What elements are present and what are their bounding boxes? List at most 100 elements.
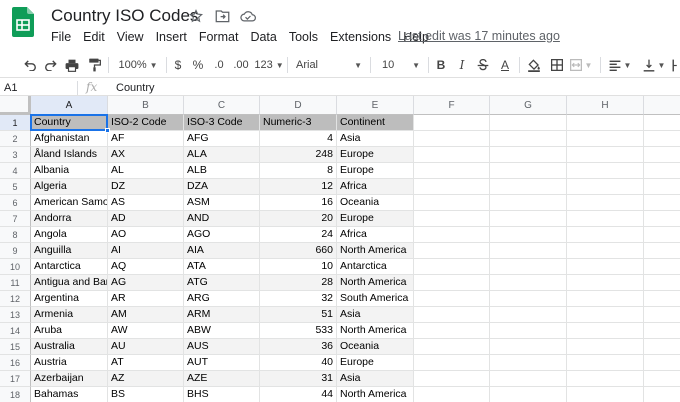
horizontal-align-icon[interactable]: ▼ xyxy=(606,55,634,75)
header-cell[interactable] xyxy=(567,115,644,131)
undo-icon[interactable] xyxy=(21,55,39,75)
row-header[interactable]: 17 xyxy=(0,371,31,387)
table-cell[interactable]: Australia xyxy=(31,339,108,355)
formula-input[interactable]: Country xyxy=(116,81,155,95)
row-header[interactable]: 15 xyxy=(0,339,31,355)
row-header[interactable]: 14 xyxy=(0,323,31,339)
table-cell[interactable] xyxy=(490,163,567,179)
table-cell[interactable] xyxy=(414,371,490,387)
row-header[interactable]: 4 xyxy=(0,163,31,179)
table-cell[interactable]: Azerbaijan xyxy=(31,371,108,387)
table-cell[interactable] xyxy=(490,131,567,147)
table-cell[interactable]: 31 xyxy=(260,371,337,387)
borders-icon[interactable] xyxy=(548,55,566,75)
table-cell[interactable]: Albania xyxy=(31,163,108,179)
zoom-select[interactable]: 100% ▼ xyxy=(113,55,163,75)
table-cell[interactable] xyxy=(414,195,490,211)
table-cell[interactable] xyxy=(644,387,680,402)
table-cell[interactable] xyxy=(567,131,644,147)
font-size-select[interactable]: 10 ▼ xyxy=(376,55,426,75)
menu-file[interactable]: File xyxy=(45,29,77,45)
table-cell[interactable]: American Samoa xyxy=(31,195,108,211)
table-cell[interactable]: 32 xyxy=(260,291,337,307)
table-cell[interactable] xyxy=(414,259,490,275)
table-cell[interactable]: AF xyxy=(108,131,184,147)
table-cell[interactable]: 24 xyxy=(260,227,337,243)
table-cell[interactable]: DZA xyxy=(184,179,260,195)
table-cell[interactable] xyxy=(414,179,490,195)
more-formats-select[interactable]: 123 ▼ xyxy=(254,55,284,75)
table-cell[interactable]: AI xyxy=(108,243,184,259)
table-cell[interactable]: AM xyxy=(108,307,184,323)
menu-view[interactable]: View xyxy=(111,29,150,45)
table-cell[interactable] xyxy=(490,339,567,355)
select-all-corner[interactable] xyxy=(0,96,31,115)
spreadsheet-grid[interactable]: A B C D E F G H 1 Country ISO-2 Code ISO-3 Code Nume… xyxy=(0,96,680,402)
table-cell[interactable]: AS xyxy=(108,195,184,211)
table-cell[interactable]: North America xyxy=(337,323,414,339)
table-cell[interactable] xyxy=(490,323,567,339)
table-cell[interactable] xyxy=(490,291,567,307)
table-cell[interactable]: ALA xyxy=(184,147,260,163)
name-box[interactable]: A1 xyxy=(4,81,64,95)
bold-button[interactable]: B xyxy=(433,55,449,75)
row-header[interactable]: 2 xyxy=(0,131,31,147)
table-cell[interactable] xyxy=(644,323,680,339)
table-cell[interactable] xyxy=(414,227,490,243)
table-cell[interactable]: 40 xyxy=(260,355,337,371)
table-cell[interactable] xyxy=(644,147,680,163)
table-cell[interactable] xyxy=(567,147,644,163)
table-cell[interactable] xyxy=(414,163,490,179)
column-header-extra[interactable] xyxy=(644,96,680,115)
table-cell[interactable] xyxy=(567,339,644,355)
table-cell[interactable]: AUT xyxy=(184,355,260,371)
last-edit-link[interactable]: Last edit was 17 minutes ago xyxy=(398,29,560,43)
table-cell[interactable] xyxy=(567,355,644,371)
table-cell[interactable]: BHS xyxy=(184,387,260,402)
table-cell[interactable]: North America xyxy=(337,275,414,291)
table-cell[interactable] xyxy=(490,179,567,195)
table-cell[interactable] xyxy=(490,387,567,402)
table-cell[interactable]: North America xyxy=(337,243,414,259)
table-cell[interactable] xyxy=(567,307,644,323)
paint-format-icon[interactable] xyxy=(85,55,103,75)
table-cell[interactable]: 28 xyxy=(260,275,337,291)
table-cell[interactable]: Antigua and Barbuda xyxy=(31,275,108,291)
table-cell[interactable] xyxy=(644,195,680,211)
table-cell[interactable] xyxy=(414,131,490,147)
table-cell[interactable]: Åland Islands xyxy=(31,147,108,163)
table-cell[interactable]: 533 xyxy=(260,323,337,339)
table-cell[interactable] xyxy=(490,259,567,275)
table-cell[interactable] xyxy=(490,355,567,371)
table-cell[interactable]: DZ xyxy=(108,179,184,195)
table-cell[interactable]: Africa xyxy=(337,227,414,243)
table-cell[interactable] xyxy=(644,131,680,147)
header-cell[interactable]: Country xyxy=(31,115,108,131)
header-cell[interactable] xyxy=(490,115,567,131)
table-cell[interactable] xyxy=(414,291,490,307)
table-cell[interactable]: 44 xyxy=(260,387,337,402)
column-header-b[interactable]: B xyxy=(108,96,184,115)
italic-button[interactable]: I xyxy=(454,55,470,75)
table-cell[interactable] xyxy=(567,243,644,259)
table-cell[interactable]: Angola xyxy=(31,227,108,243)
row-header[interactable]: 7 xyxy=(0,211,31,227)
table-cell[interactable]: South America xyxy=(337,291,414,307)
currency-format-button[interactable]: $ xyxy=(171,55,185,75)
column-header-c[interactable]: C xyxy=(184,96,260,115)
table-cell[interactable]: ASM xyxy=(184,195,260,211)
table-cell[interactable]: AT xyxy=(108,355,184,371)
table-cell[interactable]: Antarctica xyxy=(337,259,414,275)
table-cell[interactable] xyxy=(567,163,644,179)
table-cell[interactable]: Europe xyxy=(337,163,414,179)
table-cell[interactable]: Europe xyxy=(337,147,414,163)
table-cell[interactable] xyxy=(490,243,567,259)
increase-decimal-button[interactable]: .00 xyxy=(230,55,252,75)
row-header[interactable]: 10 xyxy=(0,259,31,275)
header-cell[interactable]: Continent xyxy=(337,115,414,131)
row-header[interactable]: 6 xyxy=(0,195,31,211)
table-cell[interactable]: 16 xyxy=(260,195,337,211)
table-cell[interactable] xyxy=(567,371,644,387)
table-cell[interactable] xyxy=(567,227,644,243)
table-cell[interactable]: 8 xyxy=(260,163,337,179)
